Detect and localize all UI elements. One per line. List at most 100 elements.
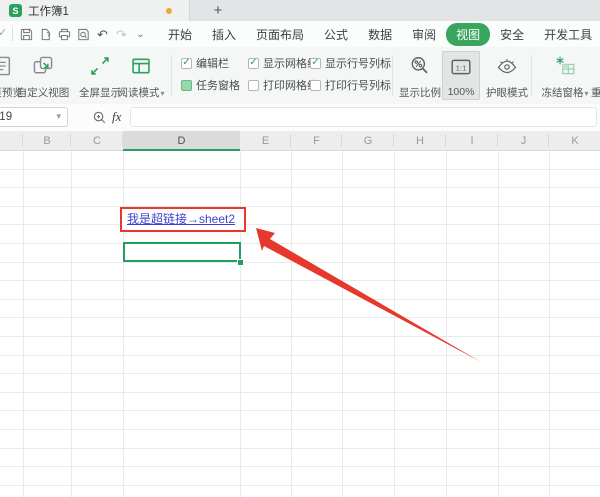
menu-tab-view[interactable]: 视图	[446, 22, 491, 46]
freeze-panes-label: 冻结窗格▾	[541, 86, 589, 99]
formula-bar-toggle[interactable]: ✓ 编辑栏	[181, 56, 229, 70]
menu-tab-security[interactable]: 安全	[490, 24, 534, 45]
column-header-f[interactable]: F	[291, 131, 342, 150]
gridline	[0, 391, 600, 393]
gridline	[23, 151, 24, 497]
zoom-scale-icon	[409, 54, 431, 78]
print-icon[interactable]	[55, 25, 74, 44]
column-header-h[interactable]: H	[394, 131, 446, 150]
document-tab[interactable]: S 工作簿1	[0, 0, 190, 21]
column-header-j[interactable]: J	[498, 131, 549, 150]
gridline	[240, 151, 241, 497]
new-tab-button[interactable]: +	[205, 0, 231, 21]
column-header-a[interactable]: A	[0, 131, 23, 150]
menu-tab-review[interactable]: 审阅	[402, 24, 446, 45]
full-screen-icon	[89, 54, 111, 78]
gridline	[0, 205, 600, 207]
gridline	[0, 317, 600, 319]
column-header-k[interactable]: K	[549, 131, 600, 150]
show-gridlines[interactable]: ✓ 显示网格线	[248, 56, 318, 70]
eye-protection-button[interactable]: 护眼模式	[479, 51, 535, 100]
column-header-i[interactable]: I	[446, 131, 498, 150]
column-header-c[interactable]: C	[71, 131, 123, 150]
custom-views-button[interactable]: 自定义视图	[14, 51, 72, 100]
clipped-toolbar-icon: ✓	[0, 27, 8, 39]
view-ribbon: 分页预览自定义视图全屏显示阅读模式▾显示比例1:1100%护眼模式冻结窗格▾重排…	[0, 47, 600, 105]
menu-tab-insert[interactable]: 插入	[202, 24, 246, 45]
magnifier-search-icon[interactable]	[92, 110, 107, 125]
show-gridlines-checkbox-icon: ✓	[248, 57, 259, 69]
gridline	[291, 151, 292, 497]
export-icon[interactable]	[36, 25, 55, 44]
gridline	[0, 298, 600, 300]
print-headings-checkbox-icon	[310, 79, 321, 91]
zoom-scale-label: 显示比例	[399, 86, 441, 99]
custom-views-icon	[32, 54, 54, 78]
name-box-value: D19	[0, 111, 13, 123]
freeze-panes-button[interactable]: 冻结窗格▾	[535, 51, 595, 100]
gridline	[0, 373, 600, 375]
reading-mode-button[interactable]: 阅读模式▾	[110, 51, 172, 100]
task-pane-toggle-label: 任务窗格	[196, 80, 240, 92]
gridline	[0, 429, 600, 430]
print-headings[interactable]: 打印行号列标	[310, 78, 391, 92]
gridline	[0, 280, 600, 282]
menu-tab-data[interactable]: 数据	[358, 24, 402, 45]
gridline	[0, 168, 600, 170]
svg-text:1:1: 1:1	[456, 64, 467, 73]
menu-bar: ✓ ↶↷⌄ 开始插入页面布局公式数据审阅视图安全开发工具特色功能	[0, 21, 600, 47]
arrange-windows-button[interactable]: 重排窗口	[589, 51, 600, 100]
column-header-row: ABCDEFGHIJK	[0, 131, 600, 151]
undo-icon[interactable]: ↶	[93, 25, 112, 44]
window-tab-bar: S 工作簿1 +	[0, 0, 600, 21]
gridline	[446, 151, 447, 497]
gridline	[0, 484, 600, 486]
selected-cell[interactable]	[123, 242, 241, 262]
print-preview-icon[interactable]	[74, 25, 93, 44]
reading-mode-icon	[130, 54, 152, 78]
name-box-caret-icon[interactable]: ▾	[56, 111, 61, 122]
column-header-b[interactable]: B	[23, 131, 71, 150]
arrange-windows-label: 重排窗口	[591, 87, 600, 99]
formula-bar-toggle-checkbox-icon: ✓	[181, 57, 192, 69]
menu-tab-dev-tools[interactable]: 开发工具	[534, 24, 600, 45]
column-header-e[interactable]: E	[240, 131, 291, 150]
zoom-100-button[interactable]: 1:1 100%	[442, 51, 480, 100]
name-box[interactable]: D19 ▾	[0, 107, 68, 127]
formula-bar: D19 ▾ fx	[0, 104, 600, 132]
formula-input[interactable]	[130, 107, 597, 127]
gridline	[0, 336, 600, 337]
ribbon-tab-strip: 开始插入页面布局公式数据审阅视图安全开发工具特色功能	[158, 21, 600, 47]
fill-handle[interactable]	[237, 259, 244, 266]
hyperlink-cell[interactable]: 我是超链接→sheet2	[127, 210, 235, 229]
print-gridlines[interactable]: 打印网格线	[248, 78, 318, 92]
save-icon[interactable]	[17, 25, 36, 44]
task-pane-toggle-checkbox-icon	[181, 79, 192, 91]
toolbar-options-icon[interactable]: ⌄	[131, 25, 150, 44]
insert-function-fx-button[interactable]: fx	[112, 109, 121, 125]
gridline	[0, 466, 600, 468]
task-pane-toggle[interactable]: 任务窗格	[181, 78, 240, 92]
column-header-g[interactable]: G	[342, 131, 394, 150]
zoom-scale-button[interactable]: 显示比例	[396, 51, 444, 100]
zoom-100-icon: 1:1	[450, 55, 472, 79]
spreadsheet-grid[interactable]: ABCDEFGHIJK 我是超链接→sheet2	[0, 131, 600, 497]
redo-icon[interactable]: ↷	[112, 25, 131, 44]
gridline	[549, 151, 550, 497]
active-column-underline	[123, 149, 240, 151]
gridline	[71, 151, 72, 497]
annotation-arrow	[256, 228, 481, 362]
wps-spreadsheet-logo-icon: S	[9, 4, 22, 17]
menu-tab-page-layout[interactable]: 页面布局	[246, 24, 314, 45]
menu-tab-formulas[interactable]: 公式	[314, 24, 358, 45]
gridline	[0, 243, 600, 244]
show-headings-checkbox-icon: ✓	[310, 57, 321, 69]
menu-tab-home[interactable]: 开始	[158, 24, 202, 45]
page-break-preview-icon	[0, 54, 13, 78]
column-header-d[interactable]: D	[123, 131, 240, 150]
ribbon-separator	[171, 55, 172, 96]
show-headings-label: 显示行号列标	[325, 58, 391, 70]
show-headings[interactable]: ✓ 显示行号列标	[310, 56, 391, 70]
print-headings-label: 打印行号列标	[325, 80, 391, 92]
reading-mode-label: 阅读模式▾	[117, 86, 165, 99]
